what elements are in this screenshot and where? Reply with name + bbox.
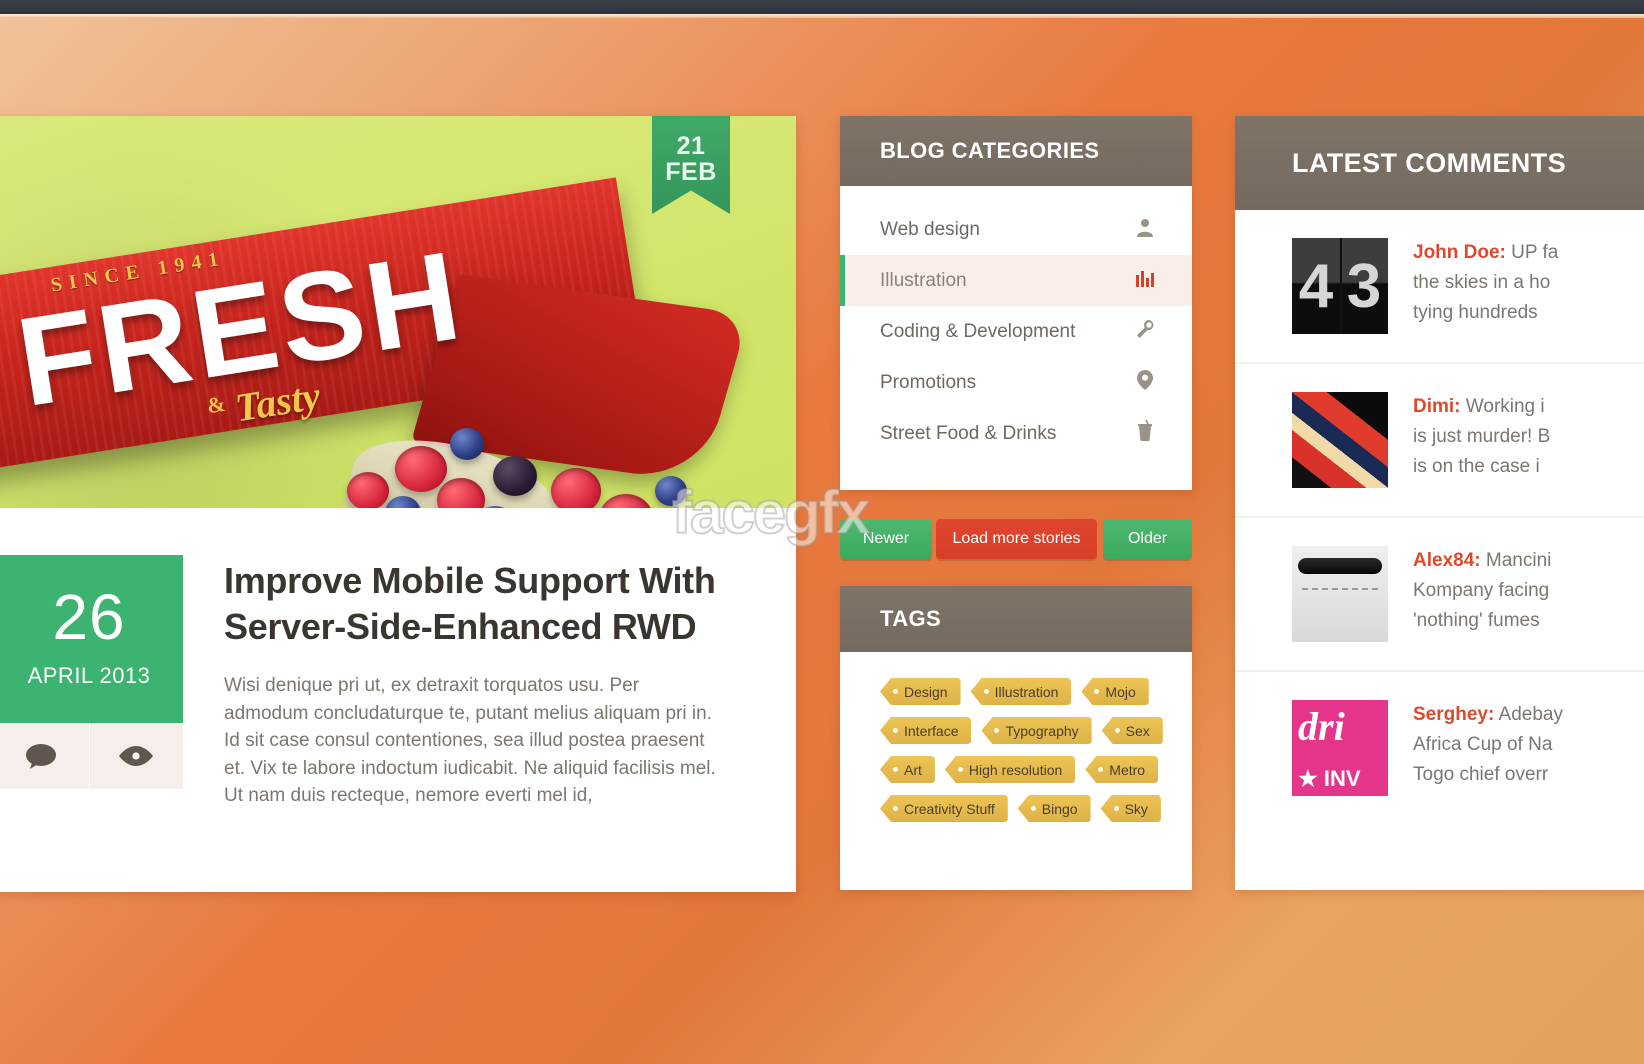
comments-list: 43 John Doe: UP fa the skies in a ho tyi…: [1235, 210, 1644, 824]
category-item-street-food-drinks[interactable]: Street Food & Drinks: [840, 408, 1192, 459]
avatar-art-sub: ★ INV: [1298, 766, 1361, 791]
comment-item[interactable]: 43 John Doe: UP fa the skies in a ho tyi…: [1235, 210, 1644, 364]
comment-line: Working i: [1465, 396, 1545, 417]
comment-item[interactable]: Dimi: Working i is just murder! B is on …: [1235, 364, 1644, 518]
berry-decoration: [655, 476, 687, 506]
comment-line: Africa Cup of Na: [1413, 734, 1553, 755]
tag-item[interactable]: Sex: [1101, 717, 1163, 744]
comment-author[interactable]: Alex84:: [1413, 550, 1481, 571]
comment-line: Mancini: [1485, 550, 1552, 571]
comment-line: the skies in a ho: [1413, 272, 1551, 293]
tag-item[interactable]: Bingo: [1017, 795, 1091, 822]
comment-author[interactable]: John Doe:: [1413, 242, 1506, 263]
comment-line: tying hundreds: [1413, 302, 1538, 323]
category-label: Promotions: [880, 371, 977, 393]
tag-item[interactable]: Metro: [1085, 756, 1159, 783]
comment-line: Kompany facing: [1413, 580, 1550, 601]
article-card: SINCE 1941 FRESH & Tasty 21 FEB 26 APRIL…: [0, 116, 796, 892]
post-date-badge: 26 APRIL 2013: [0, 555, 183, 723]
post-date-month-year: APRIL 2013: [27, 663, 151, 688]
blog-categories-list: Web design Illustration Coding & Develop…: [840, 186, 1192, 473]
drink-cup-icon: [1132, 419, 1158, 448]
post-views-button[interactable]: [90, 723, 184, 789]
article-featured-image[interactable]: SINCE 1941 FRESH & Tasty 21 FEB: [0, 116, 796, 508]
older-button[interactable]: Older: [1103, 519, 1192, 559]
tags-title: TAGS: [840, 586, 1192, 652]
newer-button[interactable]: Newer: [840, 519, 932, 559]
post-date-day: 26: [52, 581, 126, 653]
comment-item[interactable]: dri ★ INV Serghey: Adebay Africa Cup of …: [1235, 672, 1644, 824]
tag-item[interactable]: Typography: [981, 717, 1092, 744]
comment-item[interactable]: Alex84: Mancini Kompany facing 'nothing'…: [1235, 518, 1644, 672]
comment-line: Togo chief overr: [1413, 764, 1549, 785]
category-item-illustration[interactable]: Illustration: [840, 255, 1192, 306]
latest-comments-panel: LATEST COMMENTS 43 John Doe: UP fa the s…: [1235, 116, 1644, 890]
comment-text: Dimi: Working i is just murder! B is on …: [1413, 392, 1550, 488]
article-excerpt: Wisi denique pri ut, ex detraxit torquat…: [224, 675, 716, 806]
tag-item[interactable]: Creativity Stuff: [880, 795, 1008, 822]
berry-decoration: [551, 468, 601, 508]
blog-categories-panel: BLOG CATEGORIES Web design Illustration …: [840, 116, 1192, 490]
berry-decoration: [347, 472, 389, 508]
comment-icon: [25, 744, 56, 769]
berry-decoration: [599, 494, 653, 508]
page-top-highlight: [0, 14, 1644, 18]
berry-decoration: [493, 456, 537, 496]
avatar-art: 43: [1298, 251, 1382, 321]
category-label: Street Food & Drinks: [880, 422, 1057, 444]
comment-line: UP fa: [1511, 242, 1559, 263]
comment-text: Serghey: Adebay Africa Cup of Na Togo ch…: [1413, 700, 1563, 796]
tags-panel: TAGS Design Illustration Mojo Interface …: [840, 586, 1192, 890]
tag-item[interactable]: High resolution: [944, 756, 1076, 783]
post-meta-row: [0, 723, 183, 789]
paper-roll-avatar: [1292, 546, 1388, 642]
latest-comments-title: LATEST COMMENTS: [1235, 116, 1644, 210]
comment-line: 'nothing' fumes: [1413, 610, 1540, 631]
berry-decoration: [395, 446, 447, 492]
user-icon: [1132, 217, 1158, 243]
dribbble-avatar: dri ★ INV: [1292, 700, 1388, 796]
load-more-stories-button[interactable]: Load more stories: [936, 519, 1097, 559]
category-item-promotions[interactable]: Promotions: [840, 357, 1192, 408]
browser-top-bar: [0, 0, 1644, 14]
category-label: Coding & Development: [880, 320, 1076, 342]
category-label: Web design: [880, 218, 980, 240]
eye-icon: [119, 746, 154, 766]
article-title[interactable]: Improve Mobile Support With Server-Side-…: [224, 558, 724, 650]
tag-item[interactable]: Sky: [1100, 795, 1161, 822]
category-item-coding-development[interactable]: Coding & Development: [840, 306, 1192, 357]
tag-cloud: Design Illustration Mojo Interface Typog…: [840, 652, 1192, 842]
ribbon-month: FEB: [665, 158, 717, 186]
article-text-block: Improve Mobile Support With Server-Side-…: [224, 558, 724, 810]
comment-line: is on the case i: [1413, 456, 1540, 477]
article-body: 26 APRIL 2013 Improve Mobile Support Wit…: [0, 508, 796, 892]
berry-decoration: [450, 428, 484, 460]
photo-label-ampersand: &: [205, 390, 228, 419]
comment-text: Alex84: Mancini Kompany facing 'nothing'…: [1413, 546, 1551, 642]
post-date-ribbon: 21 FEB: [652, 116, 730, 214]
wrench-icon: [1132, 319, 1158, 345]
bar-chart-icon: [1132, 269, 1158, 293]
blog-categories-title: BLOG CATEGORIES: [840, 116, 1192, 186]
category-item-web-design[interactable]: Web design: [840, 204, 1192, 255]
abstract-red-avatar: [1292, 392, 1388, 488]
comment-author[interactable]: Dimi:: [1413, 396, 1461, 417]
tag-item[interactable]: Mojo: [1081, 678, 1149, 705]
comment-text: John Doe: UP fa the skies in a ho tying …: [1413, 238, 1558, 334]
category-label: Illustration: [880, 269, 967, 291]
post-comments-button[interactable]: [0, 723, 90, 789]
comment-line: Adebay: [1498, 704, 1563, 725]
ribbon-day: 21: [676, 132, 706, 160]
tag-item[interactable]: Illustration: [970, 678, 1072, 705]
flip-clock-avatar: 43: [1292, 238, 1388, 334]
comment-author[interactable]: Serghey:: [1413, 704, 1494, 725]
tag-item[interactable]: Interface: [880, 717, 972, 744]
tag-item[interactable]: Art: [880, 756, 935, 783]
pager-buttons: Newer Load more stories Older: [840, 519, 1192, 559]
map-pin-icon: [1132, 369, 1158, 396]
tag-item[interactable]: Design: [880, 678, 961, 705]
comment-line: is just murder! B: [1413, 426, 1551, 447]
